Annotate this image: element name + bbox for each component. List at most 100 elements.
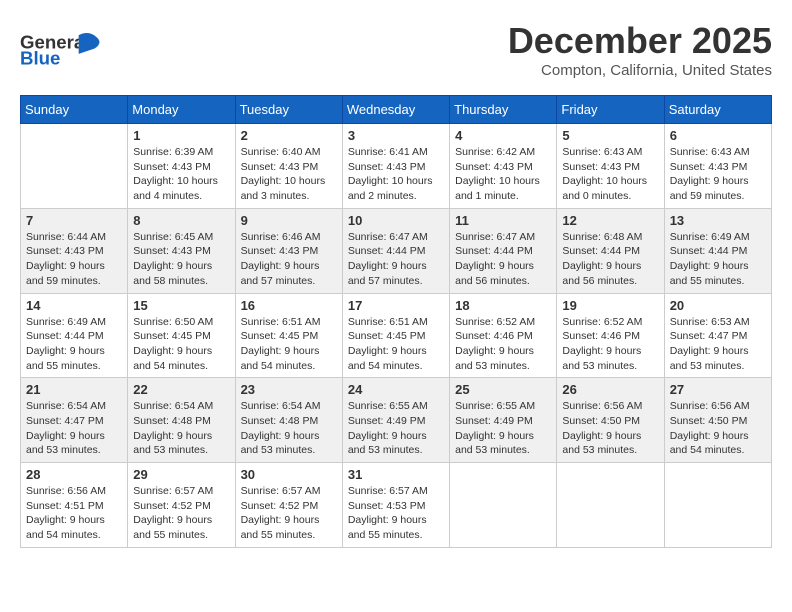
day-info: Sunrise: 6:39 AMSunset: 4:43 PMDaylight:… bbox=[133, 145, 229, 204]
day-info: Sunrise: 6:56 AMSunset: 4:51 PMDaylight:… bbox=[26, 484, 122, 543]
day-number: 27 bbox=[670, 382, 766, 397]
logo: General Blue bbox=[20, 26, 100, 73]
column-header-sunday: Sunday bbox=[21, 96, 128, 124]
calendar-cell: 8Sunrise: 6:45 AMSunset: 4:43 PMDaylight… bbox=[128, 208, 235, 293]
logo-icon: General Blue bbox=[20, 26, 100, 71]
day-info: Sunrise: 6:44 AMSunset: 4:43 PMDaylight:… bbox=[26, 230, 122, 289]
day-info: Sunrise: 6:56 AMSunset: 4:50 PMDaylight:… bbox=[562, 399, 658, 458]
calendar-cell bbox=[450, 463, 557, 548]
day-number: 25 bbox=[455, 382, 551, 397]
calendar-week-row: 28Sunrise: 6:56 AMSunset: 4:51 PMDayligh… bbox=[21, 463, 772, 548]
column-header-monday: Monday bbox=[128, 96, 235, 124]
day-number: 19 bbox=[562, 298, 658, 313]
day-number: 6 bbox=[670, 128, 766, 143]
column-header-thursday: Thursday bbox=[450, 96, 557, 124]
day-info: Sunrise: 6:52 AMSunset: 4:46 PMDaylight:… bbox=[455, 315, 551, 374]
day-number: 2 bbox=[241, 128, 337, 143]
day-number: 24 bbox=[348, 382, 444, 397]
calendar-cell: 24 Sunrise: 6:55 AMSunset: 4:49 PMDayligh… bbox=[342, 378, 449, 463]
calendar-cell: 29Sunrise: 6:57 AMSunset: 4:52 PMDayligh… bbox=[128, 463, 235, 548]
calendar-cell bbox=[664, 463, 771, 548]
calendar-cell: 22 Sunrise: 6:54 AMSunset: 4:48 PMDayligh… bbox=[128, 378, 235, 463]
calendar-cell: 16 Sunrise: 6:51 AMSunset: 4:45 PMDayligh… bbox=[235, 293, 342, 378]
day-number: 4 bbox=[455, 128, 551, 143]
day-number: 22 bbox=[133, 382, 229, 397]
calendar-week-row: 7 Sunrise: 6:44 AMSunset: 4:43 PMDaylight… bbox=[21, 208, 772, 293]
column-header-tuesday: Tuesday bbox=[235, 96, 342, 124]
calendar-cell: 25Sunrise: 6:55 AMSunset: 4:49 PMDayligh… bbox=[450, 378, 557, 463]
day-info: Sunrise: 6:55 AMSunset: 4:49 PMDaylight:… bbox=[348, 399, 444, 458]
day-number: 10 bbox=[348, 213, 444, 228]
day-info: Sunrise: 6:49 AMSunset: 4:44 PMDaylight:… bbox=[670, 230, 766, 289]
day-number: 14 bbox=[26, 298, 122, 313]
day-info: Sunrise: 6:51 AMSunset: 4:45 PMDaylight:… bbox=[348, 315, 444, 374]
calendar-cell: 7 Sunrise: 6:44 AMSunset: 4:43 PMDaylight… bbox=[21, 208, 128, 293]
svg-text:Blue: Blue bbox=[20, 48, 60, 69]
day-info: Sunrise: 6:42 AMSunset: 4:43 PMDaylight:… bbox=[455, 145, 551, 204]
day-info: Sunrise: 6:46 AMSunset: 4:43 PMDaylight:… bbox=[241, 230, 337, 289]
day-info: Sunrise: 6:54 AMSunset: 4:48 PMDaylight:… bbox=[133, 399, 229, 458]
calendar-cell: 19 Sunrise: 6:52 AMSunset: 4:46 PMDayligh… bbox=[557, 293, 664, 378]
calendar-cell: 28Sunrise: 6:56 AMSunset: 4:51 PMDayligh… bbox=[21, 463, 128, 548]
day-number: 20 bbox=[670, 298, 766, 313]
day-number: 21 bbox=[26, 382, 122, 397]
calendar-cell: 13 Sunrise: 6:49 AMSunset: 4:44 PMDayligh… bbox=[664, 208, 771, 293]
day-info: Sunrise: 6:49 AMSunset: 4:44 PMDaylight:… bbox=[26, 315, 122, 374]
calendar-cell: 5Sunrise: 6:43 AMSunset: 4:43 PMDaylight… bbox=[557, 124, 664, 209]
day-number: 11 bbox=[455, 213, 551, 228]
column-header-wednesday: Wednesday bbox=[342, 96, 449, 124]
day-number: 3 bbox=[348, 128, 444, 143]
calendar-cell: 17 Sunrise: 6:51 AMSunset: 4:45 PMDayligh… bbox=[342, 293, 449, 378]
day-info: Sunrise: 6:57 AMSunset: 4:52 PMDaylight:… bbox=[241, 484, 337, 543]
calendar-cell: 9 Sunrise: 6:46 AMSunset: 4:43 PMDaylight… bbox=[235, 208, 342, 293]
day-info: Sunrise: 6:51 AMSunset: 4:45 PMDaylight:… bbox=[241, 315, 337, 374]
column-header-friday: Friday bbox=[557, 96, 664, 124]
day-info: Sunrise: 6:40 AMSunset: 4:43 PMDaylight:… bbox=[241, 145, 337, 204]
day-info: Sunrise: 6:54 AMSunset: 4:48 PMDaylight:… bbox=[241, 399, 337, 458]
day-info: Sunrise: 6:43 AMSunset: 4:43 PMDaylight:… bbox=[562, 145, 658, 204]
calendar-cell: 10 Sunrise: 6:47 AMSunset: 4:44 PMDayligh… bbox=[342, 208, 449, 293]
calendar-cell: 30 Sunrise: 6:57 AMSunset: 4:52 PMDayligh… bbox=[235, 463, 342, 548]
calendar-header-row: SundayMondayTuesdayWednesdayThursdayFrid… bbox=[21, 96, 772, 124]
day-info: Sunrise: 6:52 AMSunset: 4:46 PMDaylight:… bbox=[562, 315, 658, 374]
day-number: 9 bbox=[241, 213, 337, 228]
day-info: Sunrise: 6:57 AMSunset: 4:53 PMDaylight:… bbox=[348, 484, 444, 543]
day-number: 30 bbox=[241, 467, 337, 482]
day-number: 17 bbox=[348, 298, 444, 313]
calendar-week-row: 21Sunrise: 6:54 AMSunset: 4:47 PMDayligh… bbox=[21, 378, 772, 463]
calendar-cell: 31 Sunrise: 6:57 AMSunset: 4:53 PMDayligh… bbox=[342, 463, 449, 548]
calendar-cell: 18 Sunrise: 6:52 AMSunset: 4:46 PMDayligh… bbox=[450, 293, 557, 378]
day-info: Sunrise: 6:53 AMSunset: 4:47 PMDaylight:… bbox=[670, 315, 766, 374]
day-number: 18 bbox=[455, 298, 551, 313]
calendar-cell bbox=[557, 463, 664, 548]
calendar-cell bbox=[21, 124, 128, 209]
day-info: Sunrise: 6:47 AMSunset: 4:44 PMDaylight:… bbox=[455, 230, 551, 289]
column-header-saturday: Saturday bbox=[664, 96, 771, 124]
day-info: Sunrise: 6:50 AMSunset: 4:45 PMDaylight:… bbox=[133, 315, 229, 374]
day-info: Sunrise: 6:48 AMSunset: 4:44 PMDaylight:… bbox=[562, 230, 658, 289]
calendar-cell: 3 Sunrise: 6:41 AMSunset: 4:43 PMDaylight… bbox=[342, 124, 449, 209]
day-number: 7 bbox=[26, 213, 122, 228]
day-number: 1 bbox=[133, 128, 229, 143]
day-number: 31 bbox=[348, 467, 444, 482]
day-number: 16 bbox=[241, 298, 337, 313]
day-number: 13 bbox=[670, 213, 766, 228]
calendar-cell: 1 Sunrise: 6:39 AMSunset: 4:43 PMDaylight… bbox=[128, 124, 235, 209]
calendar-cell: 26Sunrise: 6:56 AMSunset: 4:50 PMDayligh… bbox=[557, 378, 664, 463]
calendar-cell: 23 Sunrise: 6:54 AMSunset: 4:48 PMDayligh… bbox=[235, 378, 342, 463]
calendar-cell: 11 Sunrise: 6:47 AMSunset: 4:44 PMDayligh… bbox=[450, 208, 557, 293]
day-info: Sunrise: 6:47 AMSunset: 4:44 PMDaylight:… bbox=[348, 230, 444, 289]
day-number: 12 bbox=[562, 213, 658, 228]
calendar-cell: 4 Sunrise: 6:42 AMSunset: 4:43 PMDaylight… bbox=[450, 124, 557, 209]
calendar-cell: 6Sunrise: 6:43 AMSunset: 4:43 PMDaylight… bbox=[664, 124, 771, 209]
calendar-cell: 12 Sunrise: 6:48 AMSunset: 4:44 PMDayligh… bbox=[557, 208, 664, 293]
page-header: General Blue December 2025 Compton, Cali… bbox=[20, 20, 772, 79]
day-number: 29 bbox=[133, 467, 229, 482]
day-number: 23 bbox=[241, 382, 337, 397]
day-info: Sunrise: 6:41 AMSunset: 4:43 PMDaylight:… bbox=[348, 145, 444, 204]
calendar-cell: 21Sunrise: 6:54 AMSunset: 4:47 PMDayligh… bbox=[21, 378, 128, 463]
calendar-table: SundayMondayTuesdayWednesdayThursdayFrid… bbox=[20, 95, 772, 548]
calendar-cell: 20 Sunrise: 6:53 AMSunset: 4:47 PMDayligh… bbox=[664, 293, 771, 378]
calendar-cell: 14 Sunrise: 6:49 AMSunset: 4:44 PMDayligh… bbox=[21, 293, 128, 378]
calendar-cell: 27Sunrise: 6:56 AMSunset: 4:50 PMDayligh… bbox=[664, 378, 771, 463]
